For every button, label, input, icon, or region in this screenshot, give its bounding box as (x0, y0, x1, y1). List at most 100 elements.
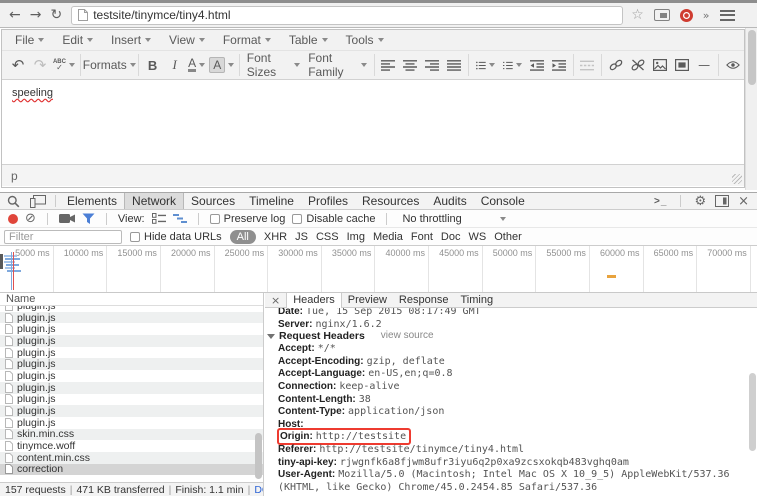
misspelled-word[interactable]: speeling (12, 87, 53, 99)
detail-scrollbar-thumb[interactable] (749, 373, 756, 451)
request-row[interactable]: plugin.js (0, 358, 263, 370)
filter-type-doc[interactable]: Doc (441, 231, 461, 243)
tab-elements[interactable]: Elements (60, 193, 124, 209)
tab-audits[interactable]: Audits (426, 193, 473, 209)
filter-type-other[interactable]: Other (494, 231, 522, 243)
tab-resources[interactable]: Resources (355, 193, 426, 209)
numbered-list-button[interactable] (499, 53, 526, 77)
checkbox-icon[interactable] (210, 214, 220, 224)
tab-console[interactable]: Console (474, 193, 532, 209)
device-toolbar-icon[interactable] (25, 193, 51, 209)
request-row[interactable]: plugin.js (0, 417, 263, 429)
horizontal-rule-button[interactable]: — (693, 53, 715, 77)
checkbox-icon[interactable] (130, 232, 140, 242)
forward-icon[interactable]: → (30, 7, 42, 23)
remove-link-button[interactable] (627, 53, 649, 77)
extension-record-icon[interactable] (680, 9, 693, 22)
request-row[interactable]: plugin.js (0, 323, 263, 335)
reload-icon[interactable]: ↻ (50, 7, 62, 23)
filter-funnel-icon[interactable] (82, 213, 95, 225)
tab-sources[interactable]: Sources (184, 193, 242, 209)
name-column-header[interactable]: Name (0, 293, 263, 306)
request-row[interactable]: plugin.js (0, 382, 263, 394)
url-text[interactable]: testsite/tinymce/tiny4.html (93, 8, 230, 22)
request-headers-section[interactable]: Request Headersview source (265, 330, 757, 342)
bullet-list-button[interactable] (472, 53, 499, 77)
overflow-icon[interactable]: » (703, 9, 710, 22)
align-center-button[interactable] (399, 53, 421, 77)
spellcheck-button[interactable]: ABC✓ (51, 53, 77, 77)
filter-input[interactable] (4, 230, 122, 244)
bookmark-star-icon[interactable]: ☆ (631, 7, 644, 23)
back-icon[interactable]: ← (9, 7, 21, 23)
align-justify-button[interactable] (443, 53, 465, 77)
chrome-menu-icon[interactable] (720, 10, 735, 21)
tab-timing[interactable]: Timing (454, 293, 499, 308)
formats-dropdown[interactable]: Formats (84, 53, 135, 77)
page-scrollbar-thumb[interactable] (748, 30, 756, 85)
filter-type-all[interactable]: All (230, 230, 256, 244)
filter-type-xhr[interactable]: XHR (264, 231, 287, 243)
request-row[interactable]: skin.min.css (0, 429, 263, 441)
page-break-button[interactable] (576, 53, 598, 77)
tab-timeline[interactable]: Timeline (242, 193, 301, 209)
dock-side-icon[interactable] (715, 195, 729, 207)
tab-response[interactable]: Response (393, 293, 455, 308)
text-color-button[interactable]: A (186, 53, 208, 77)
undo-button[interactable]: ↶ (7, 53, 29, 77)
view-source-link[interactable]: view source (381, 330, 434, 342)
menu-view[interactable]: View (160, 31, 214, 49)
close-devtools-icon[interactable]: × (738, 194, 749, 209)
filter-type-font[interactable]: Font (411, 231, 433, 243)
request-row[interactable]: plugin.js (0, 335, 263, 347)
clear-button[interactable]: ⊘ (25, 214, 36, 224)
insert-link-button[interactable] (605, 53, 627, 77)
network-overview-timeline[interactable]: 5000 ms 10000 ms 15000 ms 20000 ms 25000… (0, 246, 757, 293)
disable-cache-checkbox[interactable]: Disable cache (292, 213, 375, 225)
record-button[interactable] (8, 214, 18, 224)
align-right-button[interactable] (421, 53, 443, 77)
request-row[interactable]: plugin.js (0, 370, 263, 382)
editor-content-area[interactable]: speeling (2, 80, 744, 164)
throttling-dropdown[interactable]: No throttling (402, 213, 505, 225)
cast-icon[interactable] (654, 9, 670, 21)
settings-gear-icon[interactable]: ⚙ (694, 194, 706, 209)
requests-scrollbar-thumb[interactable] (255, 433, 262, 479)
tab-headers[interactable]: Headers (286, 293, 342, 308)
font-sizes-dropdown[interactable]: Font Sizes (243, 53, 304, 77)
filter-type-ws[interactable]: WS (468, 231, 486, 243)
view-list-icon[interactable] (152, 213, 166, 224)
redo-button[interactable]: ↷ (29, 53, 51, 77)
request-row[interactable]: tinymce.woff (0, 440, 263, 452)
filter-type-img[interactable]: Img (347, 231, 365, 243)
insert-media-button[interactable] (671, 53, 693, 77)
tab-profiles[interactable]: Profiles (301, 193, 355, 209)
request-row[interactable]: content.min.css (0, 452, 263, 464)
console-drawer-icon[interactable]: >_ (654, 196, 667, 207)
menu-tools[interactable]: Tools (337, 31, 393, 49)
bold-button[interactable]: B (142, 53, 164, 77)
resize-grip[interactable] (732, 174, 742, 184)
view-waterfall-icon[interactable] (173, 213, 187, 224)
request-row[interactable]: plugin.js (0, 312, 263, 324)
address-bar[interactable]: testsite/tinymce/tiny4.html (71, 6, 623, 25)
close-detail-icon[interactable]: × (265, 294, 286, 307)
filmstrip-camera-icon[interactable] (59, 213, 75, 224)
background-color-button[interactable]: A (208, 53, 236, 77)
italic-button[interactable]: I (164, 53, 186, 77)
outdent-button[interactable] (526, 53, 548, 77)
font-family-dropdown[interactable]: Font Family (304, 53, 370, 77)
filter-type-media[interactable]: Media (373, 231, 403, 243)
request-row[interactable]: plugin.js (0, 394, 263, 406)
filter-type-css[interactable]: CSS (316, 231, 339, 243)
menu-file[interactable]: File (6, 31, 53, 49)
request-row[interactable]: plugin.js (0, 347, 263, 359)
element-path[interactable]: p (11, 169, 18, 183)
page-scrollbar[interactable] (745, 28, 757, 190)
menu-table[interactable]: Table (280, 31, 337, 49)
menu-format[interactable]: Format (214, 31, 280, 49)
tab-preview[interactable]: Preview (342, 293, 393, 308)
tab-network[interactable]: Network (124, 193, 184, 209)
menu-edit[interactable]: Edit (53, 31, 102, 49)
checkbox-icon[interactable] (292, 214, 302, 224)
